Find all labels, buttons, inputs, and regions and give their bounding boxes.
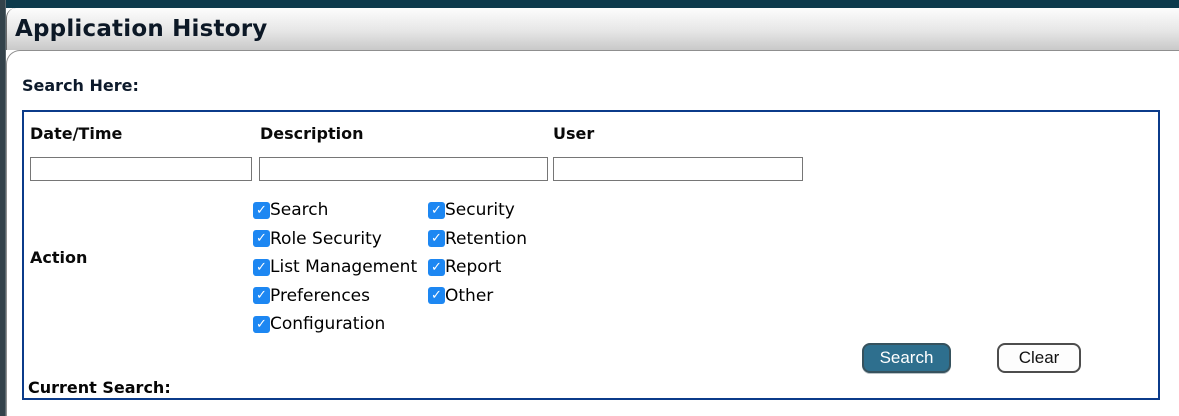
action-checkbox-column-2: ✓ Security ✓ Retention ✓ Report ✓ Other bbox=[428, 196, 527, 310]
checkbox-checked-icon[interactable]: ✓ bbox=[253, 230, 270, 247]
action-checkbox-other[interactable]: ✓ Other bbox=[428, 282, 527, 311]
checkbox-checked-icon[interactable]: ✓ bbox=[428, 259, 445, 276]
checkbox-label: Search bbox=[270, 200, 328, 220]
column-header-user: User bbox=[553, 124, 594, 143]
user-input[interactable] bbox=[553, 157, 803, 181]
action-checkbox-configuration[interactable]: ✓ Configuration bbox=[253, 310, 417, 339]
column-header-description: Description bbox=[260, 124, 363, 143]
action-checkbox-security[interactable]: ✓ Security bbox=[428, 196, 527, 225]
checkbox-label: Role Security bbox=[270, 229, 382, 249]
checkbox-label: Security bbox=[445, 200, 515, 220]
action-checkbox-preferences[interactable]: ✓ Preferences bbox=[253, 282, 417, 311]
description-input[interactable] bbox=[259, 157, 548, 181]
page-header: Application History bbox=[6, 8, 1179, 50]
checkbox-checked-icon[interactable]: ✓ bbox=[253, 316, 270, 333]
action-checkbox-list-management[interactable]: ✓ List Management bbox=[253, 253, 417, 282]
top-frame-bar bbox=[0, 0, 1179, 8]
action-checkbox-role-security[interactable]: ✓ Role Security bbox=[253, 225, 417, 254]
action-row-label: Action bbox=[30, 248, 87, 267]
checkbox-checked-icon[interactable]: ✓ bbox=[253, 202, 270, 219]
action-checkbox-search[interactable]: ✓ Search bbox=[253, 196, 417, 225]
datetime-input[interactable] bbox=[30, 157, 252, 181]
checkbox-label: Other bbox=[445, 286, 493, 306]
action-checkbox-column-1: ✓ Search ✓ Role Security ✓ List Manageme… bbox=[253, 196, 417, 339]
current-search-label: Current Search: bbox=[28, 378, 171, 397]
application-history-page: Application History Search Here: Date/Ti… bbox=[0, 0, 1179, 416]
column-header-datetime: Date/Time bbox=[30, 124, 122, 143]
checkbox-label: List Management bbox=[270, 257, 417, 277]
checkbox-checked-icon[interactable]: ✓ bbox=[253, 259, 270, 276]
search-button[interactable]: Search bbox=[862, 343, 951, 373]
checkbox-checked-icon[interactable]: ✓ bbox=[428, 230, 445, 247]
action-checkbox-report[interactable]: ✓ Report bbox=[428, 253, 527, 282]
checkbox-label: Report bbox=[445, 257, 501, 277]
checkbox-label: Configuration bbox=[270, 314, 385, 334]
search-form-box: Date/Time Description User Action ✓ Sear… bbox=[22, 110, 1160, 400]
checkbox-checked-icon[interactable]: ✓ bbox=[253, 287, 270, 304]
search-here-label: Search Here: bbox=[22, 76, 139, 95]
page-title: Application History bbox=[15, 8, 267, 50]
clear-button[interactable]: Clear bbox=[997, 343, 1081, 373]
checkbox-label: Retention bbox=[445, 229, 527, 249]
checkbox-checked-icon[interactable]: ✓ bbox=[428, 287, 445, 304]
checkbox-label: Preferences bbox=[270, 286, 370, 306]
checkbox-checked-icon[interactable]: ✓ bbox=[428, 202, 445, 219]
action-checkbox-retention[interactable]: ✓ Retention bbox=[428, 225, 527, 254]
